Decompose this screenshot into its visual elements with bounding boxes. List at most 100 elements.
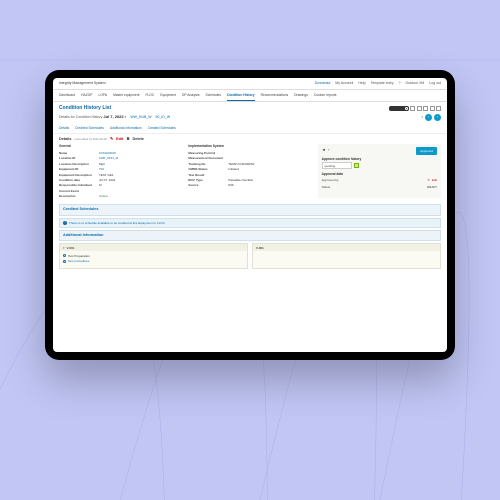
tab-recommendations[interactable]: Recommendations xyxy=(261,93,289,101)
pencil-icon: ✎ xyxy=(427,178,430,182)
tool-button-1[interactable] xyxy=(410,106,415,111)
credited-schedules-header[interactable]: Credited Schedules xyxy=(59,204,441,215)
tab-equipment[interactable]: Equipment xyxy=(160,93,176,101)
additional-info-header[interactable]: Additional Information xyxy=(59,230,441,241)
addl-panel-1: ▾ V-001 Test Preparation Test procedures xyxy=(59,243,248,269)
link-outdoor[interactable]: Outdoor XM xyxy=(405,81,424,85)
tab-condition-history[interactable]: Condition History xyxy=(227,93,255,101)
arrow-left-icon[interactable]: ◄ xyxy=(322,147,326,153)
edit-link[interactable]: Edit xyxy=(116,137,123,142)
tab-hazop[interactable]: HAZOP xyxy=(81,93,92,101)
approve-arrows: ◄ ▾ xyxy=(322,147,330,153)
link-download[interactable]: Download xyxy=(315,81,331,85)
details-meta: Last edited by 2021-06-30 xyxy=(74,138,107,142)
val-location-id[interactable]: LWR_0F21_M xyxy=(99,156,118,160)
tool-button-3[interactable] xyxy=(423,106,428,111)
page-title: Condition History List xyxy=(59,105,111,112)
link-help[interactable]: Help xyxy=(358,81,365,85)
val-location-desc: Mgll xyxy=(99,162,105,166)
subtab-created[interactable]: Created Schedules xyxy=(148,126,176,131)
val-name[interactable]: KCM100DW xyxy=(99,151,116,155)
info-icon: i xyxy=(63,221,67,225)
breadcrumb-tag-1[interactable]: WW_HUB_W xyxy=(130,115,151,119)
close-icon: ✖ xyxy=(126,137,129,142)
app-screen: Integrity Management System Download My … xyxy=(53,78,447,352)
header-links: Download My Account Help Template entry … xyxy=(311,81,441,86)
breadcrumb-tag-2[interactable]: 50_ID_W xyxy=(156,115,171,119)
app-title: Integrity Management System xyxy=(59,81,106,86)
panel1-item-2[interactable]: Test procedures xyxy=(68,259,89,263)
bullet-icon xyxy=(63,254,66,257)
tool-button-4[interactable] xyxy=(430,106,435,111)
tool-button-5[interactable] xyxy=(436,106,441,111)
subtab-credited[interactable]: Credited Schedules xyxy=(75,126,104,131)
link-account[interactable]: My Account xyxy=(335,81,353,85)
tab-custom-reports[interactable]: Custom reports xyxy=(314,93,337,101)
val-source: IMS xyxy=(228,183,233,187)
subtab-details[interactable]: Details xyxy=(59,126,69,131)
tab-lopa[interactable]: LOPA xyxy=(99,93,108,101)
approved-by-label: Approved by xyxy=(322,178,352,182)
val-cond-date: Jul 07, 2022 xyxy=(99,178,115,182)
panel1-item-1[interactable]: Test Preparation xyxy=(68,254,90,258)
tablet-frame: Integrity Management System Download My … xyxy=(45,70,455,360)
subtab-additional[interactable]: Additional Information xyxy=(110,126,142,131)
link-logout[interactable]: Log out xyxy=(429,81,441,85)
link-q[interactable]: ? xyxy=(399,81,401,85)
breadcrumb-date: Jul 7, 2022 xyxy=(103,114,123,119)
additional-info-grid: ▾ V-001 Test Preparation Test procedures… xyxy=(59,243,441,269)
chevron-down-icon[interactable]: ▾ xyxy=(125,115,127,119)
approve-go-button[interactable] xyxy=(354,163,359,168)
tool-button-2[interactable] xyxy=(417,106,422,111)
details-col-implementation: Implementation System Measuring Point Id… xyxy=(188,144,311,198)
breadcrumb-label: Details for Condition History xyxy=(59,115,102,119)
val-description: Uptest xyxy=(99,194,108,198)
val-equip-desc: TEST GE1 xyxy=(99,173,113,177)
delete-link[interactable]: Delete xyxy=(133,137,144,142)
val-responsible: M xyxy=(99,183,102,187)
pager-index: 1 xyxy=(421,115,423,119)
val-equip-id[interactable]: 702 xyxy=(99,167,104,171)
approved-button[interactable]: Approved xyxy=(416,147,437,154)
tab-dashboard[interactable]: Dashboard xyxy=(59,93,75,101)
pencil-icon: ✎ xyxy=(110,137,113,142)
impl-heading: Implementation System xyxy=(188,144,311,148)
addl-panel-2: V-001 xyxy=(252,243,441,269)
pager: 1 ‹ › xyxy=(421,114,441,121)
approve-sub2: Approval data xyxy=(322,172,437,176)
tab-dp-analysis[interactable]: DP Analysis xyxy=(182,93,200,101)
link-template[interactable]: Template entry xyxy=(371,81,394,85)
arrow-down-icon[interactable]: ▾ xyxy=(328,147,330,153)
val-tracking: TEMP-KCM100DW xyxy=(228,162,254,166)
tab-floc[interactable]: FLOC xyxy=(145,93,154,101)
approve-select[interactable]: pending xyxy=(322,162,352,169)
panel1-head: V-001 xyxy=(67,246,75,250)
status-label: Status xyxy=(322,185,352,189)
sub-tabs: Details Credited Schedules Additional In… xyxy=(53,124,447,135)
val-cmms: Initiated xyxy=(228,167,239,171)
pager-prev-button[interactable]: ‹ xyxy=(425,114,432,121)
credited-notice: i There is no schedule available to be c… xyxy=(59,218,441,228)
credited-notice-text: There is no schedule available to be cre… xyxy=(69,221,165,225)
toolbar xyxy=(389,106,442,111)
details-title-text: Details xyxy=(59,137,71,142)
approve-panel: ◄ ▾ Approved Approve condition history p… xyxy=(318,144,441,198)
tab-schedules[interactable]: Schedules xyxy=(206,93,221,101)
bullet-icon xyxy=(63,260,66,263)
pager-next-button[interactable]: › xyxy=(434,114,441,121)
panel2-head: V-001 xyxy=(256,246,264,250)
details-grid: General NameKCM100DW Location IDLWR_0F21… xyxy=(53,144,447,202)
search-input[interactable] xyxy=(389,106,409,111)
nav-tabs: Dashboard HAZOP LOPA Master equipment FL… xyxy=(53,90,447,102)
edit-approval-link[interactable]: Edit xyxy=(432,178,437,182)
details-section-title: Details Last edited by 2021-06-30 ✎ Edit… xyxy=(53,134,447,144)
status-value: DRAFT xyxy=(427,185,437,189)
general-heading: General xyxy=(59,144,182,148)
tab-master-equipment[interactable]: Master equipment xyxy=(113,93,139,101)
tab-drawings[interactable]: Drawings xyxy=(294,93,308,101)
top-bar: Integrity Management System Download My … xyxy=(53,78,447,90)
collapse-icon[interactable]: ▾ xyxy=(63,246,65,250)
approve-sub1: Approve condition history xyxy=(322,157,437,161)
search-icon xyxy=(405,107,408,110)
breadcrumb: Details for Condition History Jul 7, 202… xyxy=(59,114,170,120)
